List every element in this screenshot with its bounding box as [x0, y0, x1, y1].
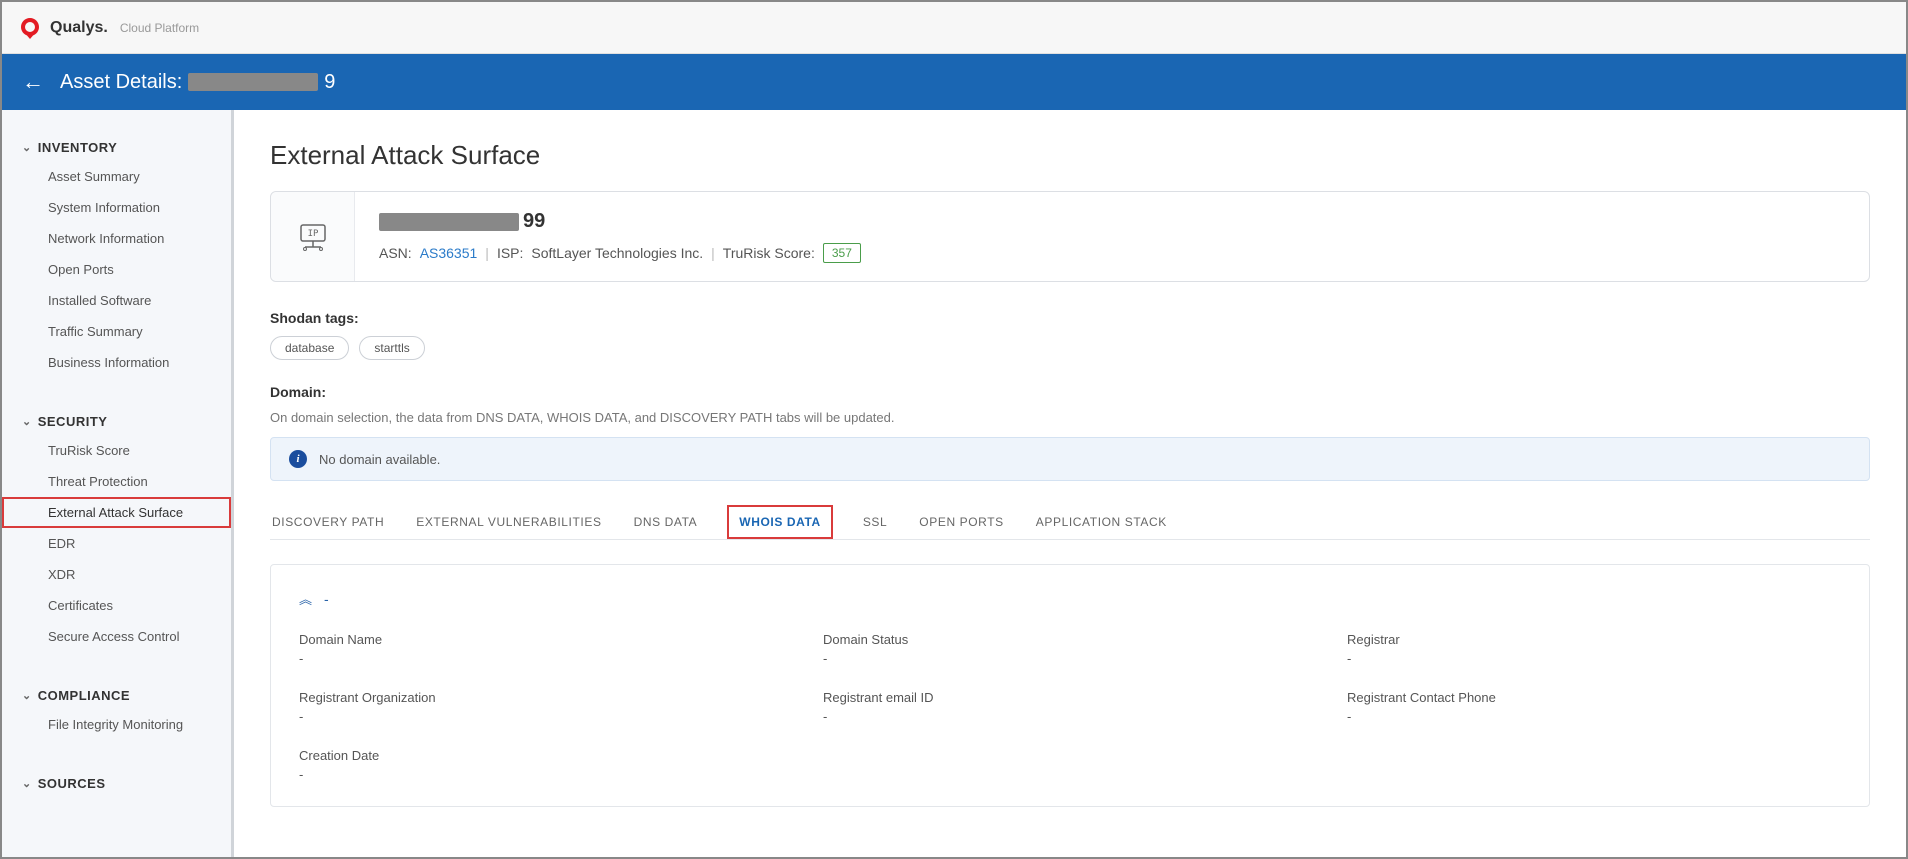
- sidebar: ⌄ INVENTORY Asset Summary System Informa…: [2, 110, 234, 857]
- asset-title-suffix: 9: [324, 71, 335, 94]
- whois-collapse-header[interactable]: ︽ -: [299, 589, 1841, 608]
- sidebar-item-file-integrity-monitoring[interactable]: File Integrity Monitoring: [2, 709, 231, 740]
- asset-ip: 99: [379, 210, 1845, 233]
- trurisk-score-badge: 357: [823, 243, 861, 263]
- asn-link[interactable]: AS36351: [420, 245, 478, 261]
- sidebar-item-system-information[interactable]: System Information: [2, 192, 231, 223]
- sidebar-item-edr[interactable]: EDR: [2, 528, 231, 559]
- tab-open-ports[interactable]: OPEN PORTS: [917, 505, 1005, 539]
- asset-summary-body: 99 ASN: AS36351 | ISP: SoftLayer Technol…: [355, 192, 1869, 281]
- sidebar-item-traffic-summary[interactable]: Traffic Summary: [2, 316, 231, 347]
- sidebar-section-sources: ⌄ SOURCES: [2, 770, 231, 797]
- qualys-logo-icon: [18, 16, 42, 40]
- sidebar-item-business-information[interactable]: Business Information: [2, 347, 231, 378]
- chevron-down-icon: ⌄: [22, 777, 32, 790]
- tab-discovery-path[interactable]: DISCOVERY PATH: [270, 505, 386, 539]
- whois-fields-grid: Domain Name - Domain Status - Registrar …: [299, 632, 1841, 782]
- asset-ip-suffix: 99: [523, 210, 545, 233]
- shodan-tags-label: Shodan tags:: [270, 310, 1870, 326]
- domain-label: Domain:: [270, 384, 1870, 400]
- trurisk-label: TruRisk Score:: [723, 245, 815, 261]
- back-arrow-icon[interactable]: ←: [22, 69, 44, 95]
- shodan-tags-row: database starttls: [270, 336, 1870, 360]
- brand-subtitle: Cloud Platform: [120, 21, 199, 35]
- sidebar-item-secure-access-control[interactable]: Secure Access Control: [2, 621, 231, 652]
- isp-label: ISP:: [497, 245, 523, 261]
- tab-application-stack[interactable]: APPLICATION STACK: [1034, 505, 1169, 539]
- svg-text:IP: IP: [307, 229, 318, 239]
- chevron-down-icon: ⌄: [22, 415, 32, 428]
- sidebar-item-open-ports[interactable]: Open Ports: [2, 254, 231, 285]
- asset-title-redacted: [188, 73, 318, 91]
- field-registrant-organization: Registrant Organization -: [299, 690, 793, 724]
- asset-meta-row: ASN: AS36351 | ISP: SoftLayer Technologi…: [379, 243, 1845, 263]
- asn-label: ASN:: [379, 245, 412, 261]
- brand-logo: Qualys. Cloud Platform: [18, 16, 199, 40]
- sidebar-item-installed-software[interactable]: Installed Software: [2, 285, 231, 316]
- domain-description: On domain selection, the data from DNS D…: [270, 410, 1870, 425]
- sidebar-item-trurisk-score[interactable]: TruRisk Score: [2, 435, 231, 466]
- isp-value: SoftLayer Technologies Inc.: [531, 245, 703, 261]
- tab-whois-data[interactable]: WHOIS DATA: [727, 505, 833, 539]
- double-chevron-up-icon: ︽: [299, 589, 312, 608]
- sidebar-section-compliance: ⌄ COMPLIANCE File Integrity Monitoring: [2, 682, 231, 740]
- top-header: Qualys. Cloud Platform: [2, 2, 1906, 54]
- info-icon: i: [289, 450, 307, 468]
- whois-collapse-title: -: [324, 591, 329, 607]
- sidebar-header-sources[interactable]: ⌄ SOURCES: [2, 770, 231, 797]
- sidebar-item-asset-summary[interactable]: Asset Summary: [2, 161, 231, 192]
- whois-card: ︽ - Domain Name - Domain Status - Regist…: [270, 564, 1870, 807]
- shodan-tag: database: [270, 336, 349, 360]
- asset-ip-redacted: [379, 213, 519, 231]
- sidebar-item-threat-protection[interactable]: Threat Protection: [2, 466, 231, 497]
- chevron-down-icon: ⌄: [22, 689, 32, 702]
- asset-summary-card: IP 99 ASN: AS36351 | ISP: SoftLayer Tech…: [270, 191, 1870, 282]
- asset-title: Asset Details: 9: [60, 71, 335, 94]
- ip-icon: IP: [295, 219, 331, 255]
- asset-type-icon-box: IP: [271, 192, 355, 281]
- tab-dns-data[interactable]: DNS DATA: [632, 505, 700, 539]
- sidebar-item-xdr[interactable]: XDR: [2, 559, 231, 590]
- sidebar-header-inventory[interactable]: ⌄ INVENTORY: [2, 134, 231, 161]
- chevron-down-icon: ⌄: [22, 141, 32, 154]
- sidebar-item-network-information[interactable]: Network Information: [2, 223, 231, 254]
- brand-name: Qualys.: [50, 19, 108, 37]
- main-content: External Attack Surface IP 99 ASN:: [234, 110, 1906, 857]
- sidebar-item-external-attack-surface[interactable]: External Attack Surface: [2, 497, 231, 528]
- page-title: External Attack Surface: [270, 140, 1870, 171]
- tab-external-vulnerabilities[interactable]: EXTERNAL VULNERABILITIES: [414, 505, 603, 539]
- sidebar-item-certificates[interactable]: Certificates: [2, 590, 231, 621]
- field-registrar: Registrar -: [1347, 632, 1841, 666]
- no-domain-text: No domain available.: [319, 452, 440, 467]
- field-registrant-contact-phone: Registrant Contact Phone -: [1347, 690, 1841, 724]
- tabs-row: DISCOVERY PATH EXTERNAL VULNERABILITIES …: [270, 505, 1870, 540]
- no-domain-banner: i No domain available.: [270, 437, 1870, 481]
- field-domain-name: Domain Name -: [299, 632, 793, 666]
- shodan-tag: starttls: [359, 336, 424, 360]
- field-domain-status: Domain Status -: [823, 632, 1317, 666]
- sidebar-section-inventory: ⌄ INVENTORY Asset Summary System Informa…: [2, 134, 231, 378]
- sidebar-header-security[interactable]: ⌄ SECURITY: [2, 408, 231, 435]
- page-header-bar: ← Asset Details: 9: [2, 54, 1906, 110]
- field-registrant-email-id: Registrant email ID -: [823, 690, 1317, 724]
- field-creation-date: Creation Date -: [299, 748, 793, 782]
- sidebar-section-security: ⌄ SECURITY TruRisk Score Threat Protecti…: [2, 408, 231, 652]
- asset-title-prefix: Asset Details:: [60, 71, 182, 94]
- tab-ssl[interactable]: SSL: [861, 505, 889, 539]
- sidebar-header-compliance[interactable]: ⌄ COMPLIANCE: [2, 682, 231, 709]
